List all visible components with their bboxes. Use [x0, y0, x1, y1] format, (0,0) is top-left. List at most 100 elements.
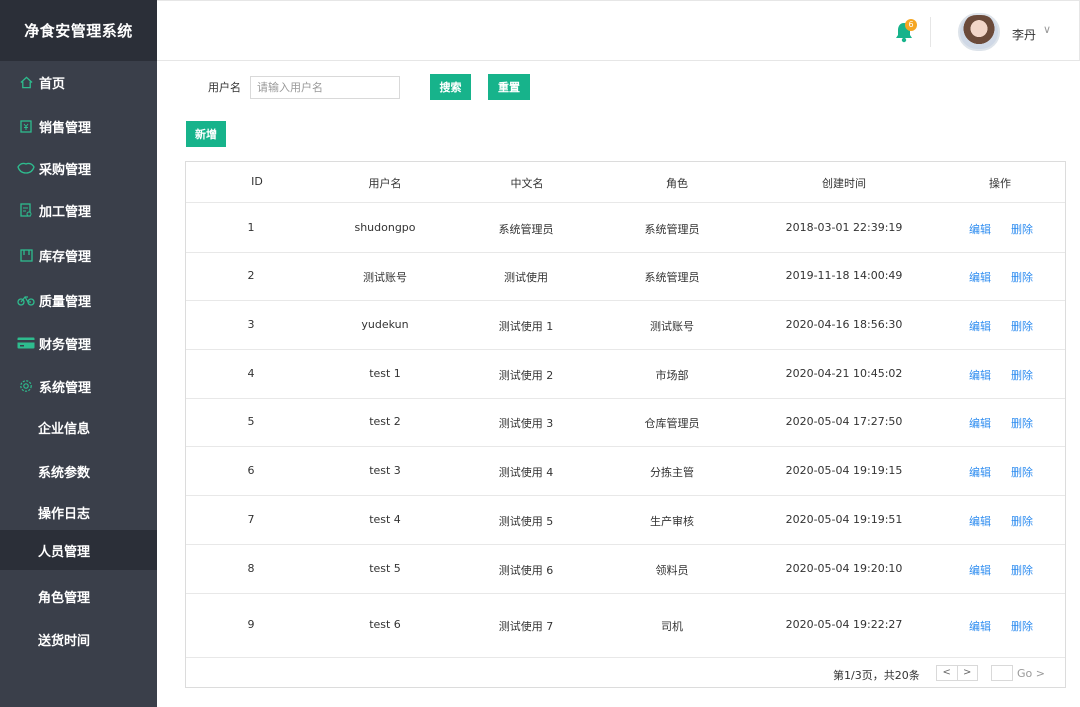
delete-link[interactable]: 删除 [1011, 367, 1033, 383]
sidebar-item-sales[interactable]: 销售管理 [0, 106, 157, 146]
delete-link[interactable]: 删除 [1011, 513, 1033, 529]
cell-username: test 4 [369, 513, 401, 526]
edit-link[interactable]: 编辑 [969, 221, 991, 237]
sidebar-item-processing[interactable]: 加工管理 [0, 190, 157, 230]
cell-username: test 5 [369, 562, 401, 575]
sidebar-item-finance[interactable]: 财务管理 [0, 323, 157, 363]
delete-link[interactable]: 删除 [1011, 618, 1033, 634]
cell-role: 司机 [661, 620, 683, 633]
cell-role: 系统管理员 [644, 223, 700, 236]
cell-role: 市场部 [655, 369, 689, 382]
column-header-username: 用户名 [368, 177, 402, 190]
edit-link[interactable]: 编辑 [969, 318, 991, 334]
cell-username: test 2 [369, 415, 401, 428]
cell-cn-name: 测试使用 3 [498, 417, 554, 430]
sidebar-subitem-personnel[interactable]: 人员管理 [0, 530, 157, 570]
sidebar-subitem-roles[interactable]: 角色管理 [0, 576, 157, 616]
next-page-button[interactable]: > [958, 666, 978, 680]
finance-icon [15, 337, 37, 349]
avatar[interactable] [958, 13, 1000, 51]
sidebar: 净食安管理系统 首页 销售管理 采购管理 加工管理 库存管理 质量管理 财务管理… [0, 0, 157, 707]
cell-cn-name: 测试使用 5 [498, 515, 554, 528]
cell-created: 2020-05-04 19:22:27 [785, 618, 903, 631]
inventory-icon [15, 248, 37, 262]
user-name[interactable]: 李丹 [1012, 26, 1036, 43]
cell-cn-name: 测试使用 4 [498, 466, 554, 479]
cell-role: 测试账号 [650, 320, 694, 333]
processing-icon [15, 203, 37, 217]
sidebar-item-inventory[interactable]: 库存管理 [0, 235, 157, 275]
home-icon [15, 76, 37, 89]
cell-id: 5 [247, 415, 255, 428]
table-row: 5 test 2 测试使用 3 仓库管理员 2020-05-04 17:27:50 编辑 删… [186, 399, 1065, 447]
sidebar-item-quality[interactable]: 质量管理 [0, 280, 157, 320]
reset-button[interactable]: 重置 [488, 74, 530, 100]
edit-link[interactable]: 编辑 [969, 367, 991, 383]
top-header: 6 李丹 ∨ [157, 0, 1080, 61]
edit-link[interactable]: 编辑 [969, 562, 991, 578]
delete-link[interactable]: 删除 [1011, 318, 1033, 334]
cell-created: 2020-05-04 19:19:15 [785, 464, 903, 477]
cell-cn-name: 测试使用 7 [498, 620, 554, 633]
cell-id: 8 [247, 562, 255, 575]
cell-username: shudongpo [354, 221, 416, 234]
sidebar-item-label: 财务管理 [39, 337, 92, 353]
delete-link[interactable]: 删除 [1011, 415, 1033, 431]
sidebar-item-home[interactable]: 首页 [0, 62, 157, 102]
cell-created: 2018-03-01 22:39:19 [785, 221, 903, 234]
cell-role: 生产审核 [650, 515, 694, 528]
edit-link[interactable]: 编辑 [969, 269, 991, 285]
sidebar-item-purchase[interactable]: 采购管理 [0, 148, 157, 188]
sidebar-subitem-operation-log[interactable]: 操作日志 [0, 492, 157, 532]
cell-role: 领料员 [655, 564, 689, 577]
notification-badge: 6 [905, 19, 917, 31]
sidebar-subitem-company-info[interactable]: 企业信息 [0, 407, 157, 447]
sales-icon [15, 119, 37, 133]
cell-created: 2020-04-16 18:56:30 [785, 318, 903, 331]
cell-cn-name: 测试使用 [504, 271, 548, 284]
cell-role: 分拣主管 [650, 466, 694, 479]
go-button[interactable]: Go > [1017, 667, 1045, 680]
cell-created: 2020-05-04 19:20:10 [785, 562, 903, 575]
delete-link[interactable]: 删除 [1011, 269, 1033, 285]
pagination-buttons: < > [936, 665, 978, 681]
app-title: 净食安管理系统 [0, 0, 157, 61]
cell-role: 仓库管理员 [644, 417, 700, 430]
table-row: 4 test 1 测试使用 2 市场部 2020-04-21 10:45:02 编辑 删除 [186, 350, 1065, 399]
table-row: 7 test 4 测试使用 5 生产审核 2020-05-04 19:19:51 编辑 删除 [186, 496, 1065, 545]
table-row: 2 测试账号 测试使用 系统管理员 2019-11-18 14:00:49 编辑 删除 [186, 253, 1065, 301]
chevron-down-icon[interactable]: ∨ [1043, 23, 1051, 36]
cell-created: 2020-05-04 17:27:50 [785, 415, 903, 428]
edit-link[interactable]: 编辑 [969, 513, 991, 529]
sidebar-subitem-system-params[interactable]: 系统参数 [0, 451, 157, 491]
sidebar-item-label: 系统管理 [39, 380, 92, 396]
delete-link[interactable]: 删除 [1011, 464, 1033, 480]
column-header-created: 创建时间 [822, 177, 866, 190]
page-jump-input[interactable] [991, 665, 1013, 681]
sidebar-item-label: 首页 [39, 76, 66, 92]
quality-icon [15, 294, 37, 306]
notification-bell[interactable]: 6 [894, 19, 917, 43]
delete-link[interactable]: 删除 [1011, 221, 1033, 237]
cell-cn-name: 测试使用 1 [498, 320, 554, 333]
edit-link[interactable]: 编辑 [969, 415, 991, 431]
search-button[interactable]: 搜索 [430, 74, 471, 100]
cell-cn-name: 系统管理员 [498, 223, 554, 236]
sidebar-subitem-delivery-time[interactable]: 送货时间 [0, 619, 157, 659]
prev-page-button[interactable]: < [937, 666, 958, 680]
delete-link[interactable]: 删除 [1011, 562, 1033, 578]
table-header: ID 用户名 中文名 角色 创建时间 操作 [186, 162, 1065, 203]
table-row: 9 test 6 测试使用 7 司机 2020-05-04 19:22:27 编辑 删除 [186, 594, 1065, 658]
edit-link[interactable]: 编辑 [969, 464, 991, 480]
add-button[interactable]: 新增 [186, 121, 226, 147]
cell-username: test 1 [369, 367, 401, 380]
username-label: 用户名 [208, 81, 241, 94]
cell-id: 7 [247, 513, 255, 526]
edit-link[interactable]: 编辑 [969, 618, 991, 634]
cell-cn-name: 测试使用 6 [498, 564, 554, 577]
cell-id: 9 [247, 618, 255, 631]
username-search-input[interactable] [250, 76, 400, 99]
cell-created: 2020-04-21 10:45:02 [785, 367, 903, 380]
cell-username: test 6 [369, 618, 401, 631]
sidebar-item-system[interactable]: 系统管理 [0, 366, 157, 406]
